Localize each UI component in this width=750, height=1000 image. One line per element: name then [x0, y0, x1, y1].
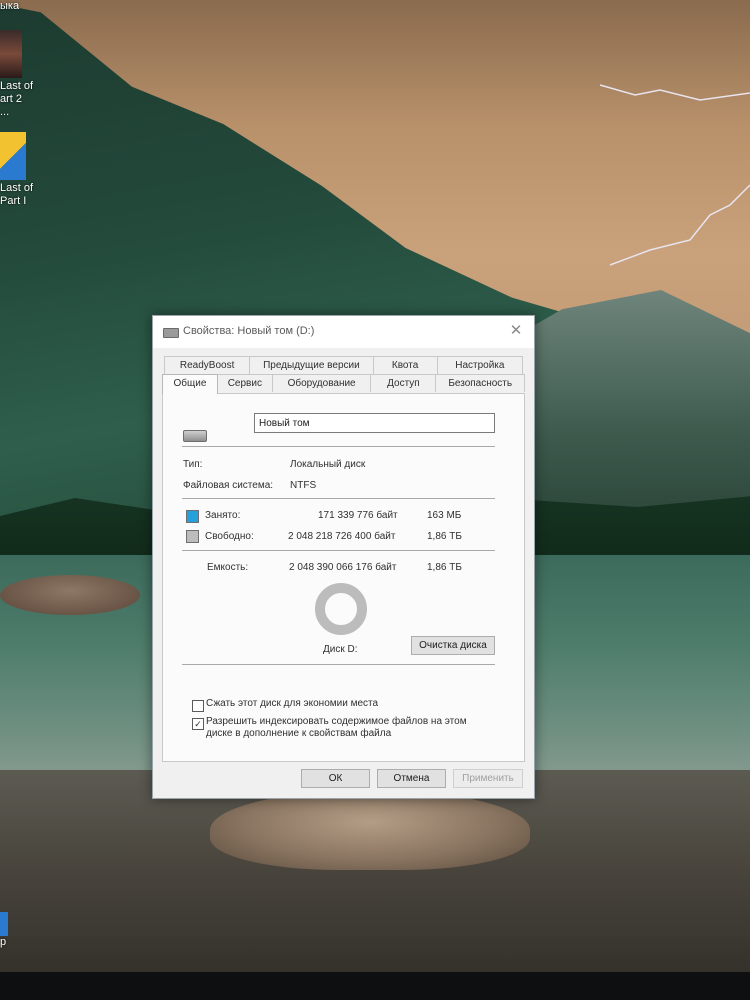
- shortcut-shield-icon: [0, 132, 26, 180]
- type-label: Тип:: [183, 459, 203, 470]
- used-space-swatch: [186, 510, 199, 523]
- drive-large-icon: [183, 430, 207, 442]
- tab-strip: ReadyBoost Предыдущие версии Квота Настр…: [162, 356, 525, 394]
- properties-dialog: Свойства: Новый том (D:) ✕ ReadyBoost Пр…: [152, 315, 535, 799]
- used-label: Занято:: [205, 510, 241, 521]
- tab-general[interactable]: Общие: [162, 374, 218, 394]
- compress-checkbox[interactable]: [192, 700, 204, 712]
- capacity-label: Емкость:: [207, 562, 249, 573]
- monitor-bezel: [0, 972, 750, 1000]
- lightning-bolt: [599, 84, 750, 266]
- compress-label: Сжать этот диск для экономии места: [206, 698, 379, 709]
- desktop-icon-label: Last of Part I: [0, 182, 34, 207]
- tab-quota[interactable]: Квота: [372, 356, 438, 374]
- drive-icon: [163, 328, 179, 338]
- capacity-size: 1,86 ТБ: [427, 562, 462, 573]
- disk-cleanup-button[interactable]: Очистка диска: [411, 636, 495, 655]
- tab-security[interactable]: Безопасность: [435, 374, 525, 392]
- tab-customize[interactable]: Настройка: [436, 356, 523, 374]
- tab-tools[interactable]: Сервис: [216, 374, 273, 392]
- cancel-button[interactable]: Отмена: [377, 769, 446, 788]
- free-size: 1,86 ТБ: [427, 531, 462, 542]
- wallpaper-rock-left: [0, 575, 140, 615]
- capacity-bytes: 2 048 390 066 176 байт: [289, 562, 397, 573]
- disk-label: Диск D:: [323, 644, 358, 655]
- divider: [182, 664, 495, 665]
- index-label-line2: диске в дополнение к свойствам файла: [206, 728, 392, 739]
- desktop-icon-label: р: [0, 936, 7, 948]
- divider: [182, 550, 495, 551]
- free-space-ring: [315, 583, 367, 635]
- divider: [182, 446, 495, 447]
- file-system-value: NTFS: [290, 480, 317, 491]
- divider: [182, 498, 495, 499]
- free-space-swatch: [186, 530, 199, 543]
- desktop-icon-label: Last of art 2 ...: [0, 80, 34, 118]
- tab-readyboost[interactable]: ReadyBoost: [164, 356, 251, 374]
- tab-row-front: Общие Сервис Оборудование Доступ Безопас…: [162, 374, 525, 394]
- index-checkbox[interactable]: ✓: [192, 718, 204, 730]
- tab-previous-versions[interactable]: Предыдущие версии: [249, 356, 374, 374]
- desktop-icon-game-2[interactable]: Last of Part I: [0, 132, 34, 208]
- tab-sharing[interactable]: Доступ: [370, 374, 437, 392]
- desktop-icon-game-1[interactable]: Last of art 2 ...: [0, 30, 34, 119]
- title-bar[interactable]: Свойства: Новый том (D:) ✕: [153, 316, 534, 348]
- free-bytes: 2 048 218 726 400 байт: [288, 531, 396, 542]
- used-size: 163 МБ: [427, 510, 462, 521]
- general-tab-panel: Новый том Тип: Локальный диск Файловая с…: [162, 393, 525, 762]
- dialog-title: Свойства: Новый том (D:): [183, 325, 315, 337]
- disk-usage-chart: [315, 583, 367, 635]
- used-bytes: 171 339 776 байт: [318, 510, 398, 521]
- free-label: Свободно:: [205, 531, 254, 542]
- volume-name-input[interactable]: Новый том: [254, 413, 495, 433]
- game-cover-icon: [0, 30, 22, 78]
- file-system-label: Файловая система:: [183, 480, 274, 491]
- wallpaper-rock: [210, 790, 530, 870]
- desktop-icon-label-top: ыка: [0, 0, 20, 12]
- apply-button[interactable]: Применить: [453, 769, 523, 788]
- ok-button[interactable]: ОК: [301, 769, 370, 788]
- index-label-line1: Разрешить индексировать содержимое файло…: [206, 716, 467, 727]
- type-value: Локальный диск: [290, 459, 366, 470]
- desktop-icon-bottom[interactable]: р: [0, 912, 34, 949]
- close-button[interactable]: ✕: [506, 321, 526, 341]
- app-icon: [0, 912, 8, 936]
- tab-row-back: ReadyBoost Предыдущие версии Квота Настр…: [162, 356, 524, 374]
- tab-hardware[interactable]: Оборудование: [271, 374, 372, 392]
